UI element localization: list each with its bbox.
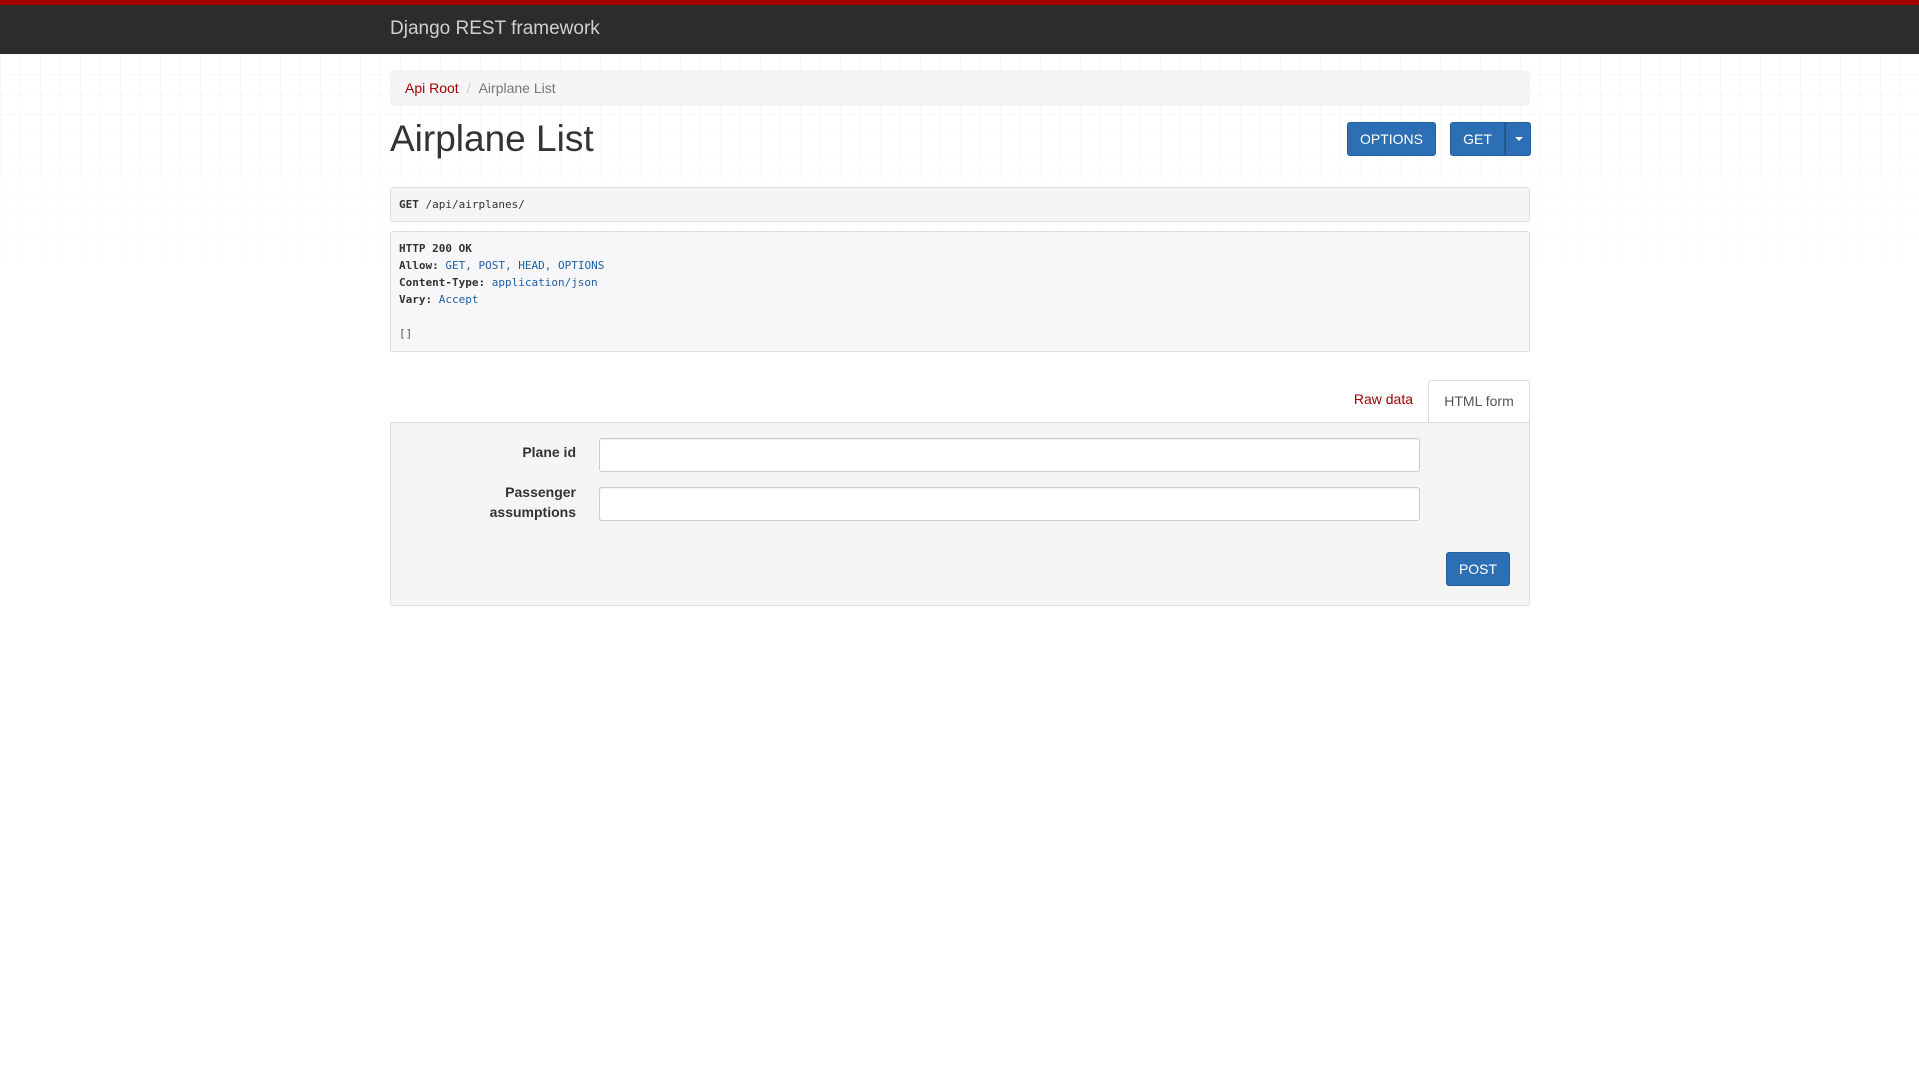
breadcrumb: Api Root / Airplane List	[390, 70, 1530, 106]
brand-link[interactable]: Django REST framework	[390, 18, 600, 40]
passenger-assumptions-label: Passenger assumptions	[391, 482, 576, 522]
header-value: GET, POST, HEAD, OPTIONS	[445, 259, 605, 272]
label-line: assumptions	[489, 504, 576, 520]
response-header-vary: Vary: Accept	[399, 291, 1521, 308]
header-value: application/json	[491, 276, 598, 289]
passenger-assumptions-input[interactable]	[599, 487, 1420, 521]
caret-down-icon	[1515, 137, 1523, 141]
header-name: Allow:	[399, 259, 439, 272]
request-path: /api/airplanes/	[425, 198, 525, 211]
tab-html-form[interactable]: HTML form	[1428, 380, 1530, 422]
page-header: Airplane List OPTIONS GET	[390, 116, 1531, 178]
breadcrumb-separator: /	[466, 80, 471, 96]
response-header-content-type: Content-Type: application/json	[399, 274, 1521, 291]
header-value: Accept	[438, 293, 479, 306]
breadcrumb-current: Airplane List	[478, 80, 556, 96]
response-status: HTTP 200 OK	[399, 242, 472, 255]
response-header-allow: Allow: GET, POST, HEAD, OPTIONS	[399, 257, 1521, 274]
get-button[interactable]: GET	[1450, 122, 1505, 156]
response-body: []	[399, 327, 413, 340]
response-info: HTTP 200 OK Allow: GET, POST, HEAD, OPTI…	[390, 231, 1530, 352]
main-content: Api Root / Airplane List Airplane List O…	[390, 54, 1531, 606]
header-name: Vary:	[399, 293, 433, 306]
header-name: Content-Type:	[399, 276, 486, 289]
request-method: GET	[399, 198, 419, 211]
breadcrumb-api-root[interactable]: Api Root	[405, 80, 459, 96]
post-form: Plane id Passenger assumptions POST	[390, 422, 1530, 606]
label-line: Passenger	[505, 484, 576, 500]
options-button[interactable]: OPTIONS	[1347, 122, 1436, 156]
post-button[interactable]: POST	[1446, 552, 1510, 586]
plane-id-input[interactable]	[599, 438, 1420, 472]
tab-raw-data[interactable]: Raw data	[1354, 391, 1413, 407]
plane-id-label: Plane id	[522, 444, 576, 460]
form-tabs: Raw data HTML form	[390, 380, 1530, 422]
navbar: Django REST framework	[0, 0, 1919, 54]
page-title: Airplane List	[390, 118, 594, 159]
format-dropdown-toggle[interactable]	[1505, 122, 1531, 156]
get-button-group: GET	[1450, 122, 1531, 156]
request-info: GET /api/airplanes/	[390, 187, 1530, 222]
